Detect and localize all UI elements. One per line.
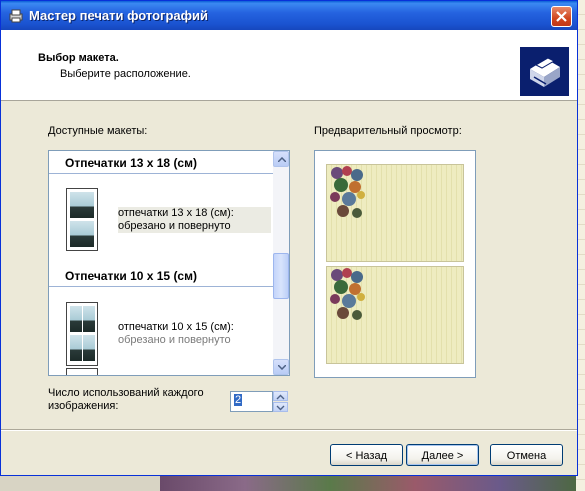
group-header-13x18: Отпечатки 13 х 18 (см)	[49, 153, 273, 174]
next-button[interactable]: Далее >	[406, 444, 479, 466]
footer-divider	[1, 429, 577, 431]
cancel-button[interactable]: Отмена	[490, 444, 563, 466]
layout-item-13x18[interactable]: отпечатки 13 х 18 (см): обрезано и повер…	[49, 183, 273, 253]
usage-count-label: Число использований каждого изображения:	[48, 387, 204, 412]
flower-bouquet-image	[330, 268, 365, 320]
title-bar[interactable]: Мастер печати фотографий	[1, 1, 577, 30]
scroll-up-button[interactable]	[273, 151, 289, 167]
preview-photo-1	[326, 164, 464, 262]
printer-app-icon	[9, 9, 23, 23]
group-title: Отпечатки 10 х 15 (см)	[65, 269, 197, 283]
layout-item-10x15[interactable]: отпечатки 10 х 15 (см): обрезано и повер…	[49, 297, 273, 375]
chevron-up-icon	[278, 157, 286, 162]
layouts-scrollbar[interactable]	[273, 151, 289, 375]
spin-down-button[interactable]	[273, 402, 288, 412]
close-button[interactable]	[551, 6, 572, 27]
chevron-down-icon	[278, 365, 286, 370]
wizard-header: Выбор макета. Выберите расположение.	[1, 30, 577, 101]
back-button[interactable]: < Назад	[330, 444, 403, 466]
preview-label: Предварительный просмотр:	[314, 125, 462, 137]
layout-thumbnail	[66, 188, 98, 251]
close-icon	[556, 11, 567, 22]
group-title: Отпечатки 13 х 18 (см)	[65, 156, 197, 170]
page-subtitle: Выберите расположение.	[60, 68, 191, 80]
flower-bouquet-image	[330, 166, 365, 218]
page-title: Выбор макета.	[38, 52, 119, 64]
chevron-down-icon	[276, 405, 285, 411]
usage-count-input[interactable]: 2	[230, 391, 273, 412]
layouts-listbox[interactable]: Отпечатки 13 х 18 (см) отпечатки 13 х 18…	[48, 150, 290, 376]
preview-photo-2	[326, 266, 464, 364]
photo-printing-wizard-window: Мастер печати фотографий Выбор макета. В…	[0, 0, 578, 476]
layout-item-label: отпечатки 10 х 15 (см): обрезано и повер…	[118, 321, 234, 346]
available-layouts-label: Доступные макеты:	[48, 125, 148, 137]
layout-item-label: отпечатки 13 х 18 (см): обрезано и повер…	[118, 207, 271, 233]
printer-wizard-icon	[520, 47, 569, 96]
preview-pane	[314, 150, 476, 378]
layout-thumbnail-partial	[66, 368, 98, 375]
scroll-thumb[interactable]	[273, 253, 289, 299]
spin-up-button[interactable]	[273, 391, 288, 401]
group-header-10x15: Отпечатки 10 х 15 (см)	[49, 266, 273, 287]
chevron-up-icon	[276, 394, 285, 400]
window-title: Мастер печати фотографий	[29, 8, 209, 23]
scroll-down-button[interactable]	[273, 359, 289, 375]
layout-thumbnail	[66, 302, 98, 366]
usage-count-spinner[interactable]: 2	[230, 391, 288, 412]
